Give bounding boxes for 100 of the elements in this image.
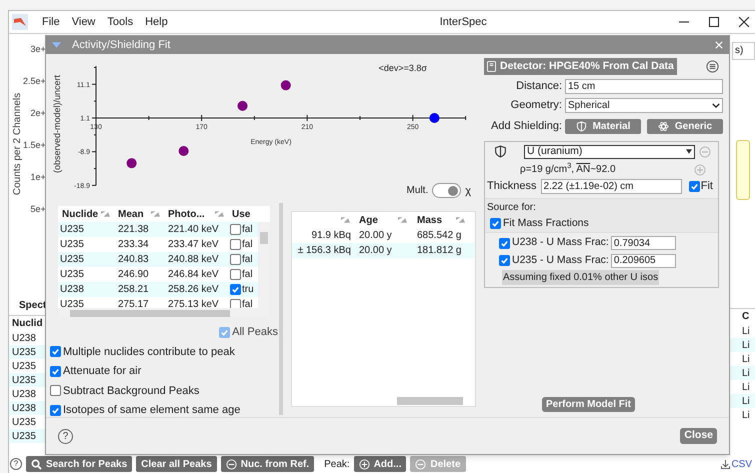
table-cell-text: 275.13 keV	[167, 298, 220, 308]
peak-label: Peak:	[324, 458, 350, 472]
toolbar-button[interactable]: Search for Peaks	[26, 456, 132, 472]
use-checkbox[interactable]	[230, 299, 241, 308]
mass-fraction-checkbox[interactable]	[499, 238, 510, 249]
column-header[interactable]: Use	[228, 206, 270, 222]
menu-item[interactable]: Tools	[107, 14, 134, 30]
mass-fraction-checkbox[interactable]	[499, 255, 510, 266]
table-cell: Li	[730, 394, 755, 408]
option-checkbox[interactable]	[50, 385, 61, 396]
checkbox-label: Attenuate for air	[63, 364, 142, 379]
table-cell-text: 240.83	[117, 253, 150, 267]
data-point	[280, 80, 291, 90]
note-text: Assuming fixed 0.01% other U isos	[502, 270, 660, 285]
use-checkbox[interactable]	[230, 269, 241, 280]
use-checkbox[interactable]	[230, 284, 241, 295]
plus-circle-icon	[694, 164, 706, 176]
table-header[interactable]: Nuclid	[9, 316, 46, 331]
shield-icon	[576, 120, 587, 132]
column-header[interactable]: Age	[354, 212, 412, 228]
close-button[interactable]: Close	[680, 428, 717, 444]
data-point	[429, 113, 440, 123]
close-icon[interactable]	[739, 17, 749, 27]
table-header[interactable]: C	[730, 309, 755, 324]
y-axis-label: (observed-model)/uncert	[52, 74, 62, 174]
table-cell-text: 91.9 kBq	[310, 229, 352, 243]
add-shielding-button[interactable]: Generic	[647, 118, 723, 134]
column-header[interactable]: Mass	[412, 212, 470, 228]
detector-icon	[487, 61, 496, 72]
csv-link[interactable]: CSV	[731, 456, 752, 472]
checkbox-label: Multiple nuclides contribute to peak	[63, 344, 235, 360]
table-cell-text: fal	[242, 253, 253, 267]
shield-icon	[494, 145, 507, 158]
use-checkbox[interactable]	[230, 254, 241, 265]
mass-fraction-field[interactable]: 0.79034	[610, 236, 676, 250]
option-checkbox[interactable]	[50, 366, 61, 377]
chi-label: χ	[465, 184, 471, 198]
toolbar-button[interactable]: Clear all Peaks	[136, 456, 217, 472]
checkbox-label: All Peaks	[232, 325, 278, 340]
geometry-select[interactable]: Spherical	[565, 98, 723, 113]
help-button[interactable]: ?	[10, 458, 22, 470]
table-cell-text: tru	[242, 283, 253, 297]
data-point	[126, 158, 137, 168]
toggle-switch[interactable]	[432, 183, 462, 198]
field-label: U235 - U Mass Frac:	[512, 253, 609, 268]
distance-field[interactable]: 15 cm	[565, 79, 723, 94]
fit-checkbox[interactable]	[688, 181, 700, 192]
y-tick-label: 2e+	[30, 108, 46, 119]
sort-icon[interactable]	[151, 211, 160, 217]
help-button[interactable]: ?	[58, 428, 73, 444]
section-label: Source for:	[487, 200, 537, 214]
column-header[interactable]: Nuclide	[58, 206, 114, 222]
menu-item[interactable]: Help	[145, 14, 168, 30]
table-cell-text: ± 156.3 kBq	[296, 244, 352, 258]
column-header[interactable]: Mean	[114, 206, 164, 222]
sort-icon[interactable]	[215, 211, 224, 217]
sort-icon[interactable]	[101, 211, 110, 217]
table-cell-text: U235	[59, 298, 85, 308]
window-title: InterSpec	[440, 14, 487, 30]
table-cell: U238	[9, 401, 46, 415]
sort-icon[interactable]	[341, 217, 350, 223]
toolbar-button[interactable]: Add...	[354, 456, 406, 472]
sort-icon[interactable]	[456, 217, 465, 223]
sort-icon[interactable]	[398, 217, 407, 223]
column-header[interactable]: Photo...	[164, 206, 228, 222]
perform-model-fit-button[interactable]: Perform Model Fit	[542, 397, 635, 412]
toolbar-button[interactable]: Nuc. from Ref.	[220, 456, 314, 472]
option-checkbox[interactable]	[50, 404, 61, 416]
tab-label[interactable]: s)	[732, 42, 755, 60]
y-tick-label: 1e+	[30, 172, 46, 183]
menu-item[interactable]: View	[72, 14, 96, 30]
maximize-icon[interactable]	[709, 17, 719, 27]
mass-fraction-field[interactable]: 0.209605	[610, 254, 676, 268]
y-tick-label: 3e+	[30, 44, 46, 55]
add-shielding-button[interactable]: Material	[565, 118, 641, 134]
minus-circle-icon	[699, 146, 711, 158]
thickness-field[interactable]: 2.22 (±1.19e-02) cm	[540, 179, 682, 194]
use-checkbox[interactable]	[230, 239, 241, 250]
minus-circle-icon	[226, 458, 237, 470]
field-label: U238 - U Mass Frac:	[512, 235, 609, 250]
download-icon[interactable]	[721, 460, 730, 468]
fit-mass-fractions-checkbox[interactable]	[490, 218, 501, 229]
dropdown-icon	[686, 149, 692, 154]
detector-button[interactable]: Detector: HPGE40% From Cal Data	[484, 58, 677, 75]
density-text: ρ=19 g/cm$^{3}$, AN~92.0	[520, 162, 616, 177]
use-checkbox[interactable]	[230, 224, 241, 235]
material-select[interactable]: U (uranium)	[524, 144, 695, 158]
menu-icon[interactable]	[706, 60, 719, 73]
y-tick-label: 1.5e+	[23, 140, 46, 151]
table-cell-text: U235	[59, 238, 85, 252]
field-label: Distance:	[515, 79, 563, 94]
plus-circle-icon	[358, 458, 370, 470]
table-cell-text: 246.84 keV	[167, 268, 220, 282]
table-cell-text: 221.40 keV	[167, 223, 220, 237]
field-label: Geometry:	[510, 98, 563, 114]
table-cell: Li	[730, 338, 755, 352]
table-cell-text: 685.542 g	[416, 229, 462, 243]
menu-item[interactable]: File	[42, 14, 60, 30]
deviation-label: <dev>=3.8σ	[378, 62, 427, 75]
option-checkbox[interactable]	[50, 346, 61, 358]
